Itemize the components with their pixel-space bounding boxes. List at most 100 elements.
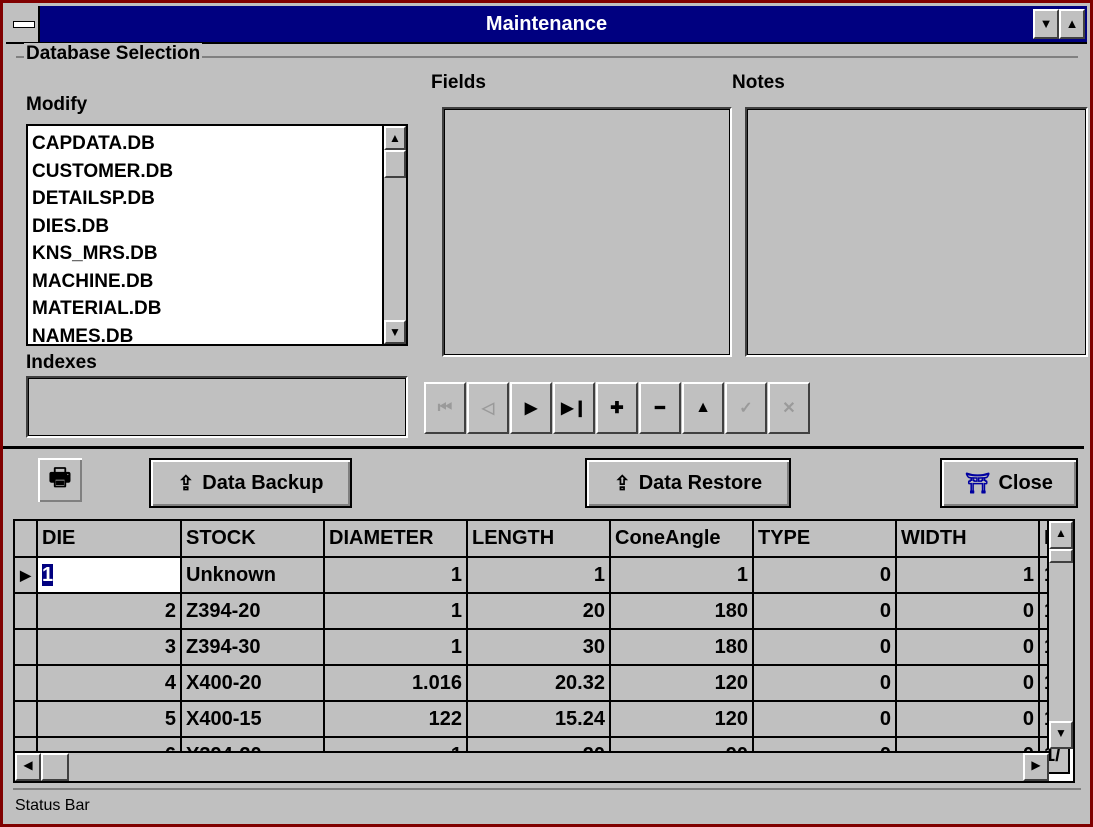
window-title: Maintenance	[485, 13, 608, 35]
grid-cell[interactable]: X400-20	[181, 665, 325, 702]
table-row[interactable]: 4X400-201.01620.32120001/	[15, 665, 1070, 702]
grid-cell[interactable]: 180	[610, 593, 754, 630]
grid-scroll-left-button[interactable]: ◀	[15, 753, 41, 781]
indexes-list[interactable]	[26, 376, 408, 438]
grid-corner-cell	[15, 521, 38, 558]
table-list-item[interactable]: CAPDATA.DB	[32, 130, 173, 158]
grid-cell[interactable]: 4	[37, 665, 182, 702]
grid-column-header[interactable]: STOCK	[181, 521, 325, 558]
grid-header-row: DIE STOCK DIAMETER LENGTH ConeAngle TYPE WIDTH…	[15, 521, 1070, 558]
grid-cell[interactable]: 0	[753, 593, 897, 630]
grid-column-header[interactable]: LENGTH	[467, 521, 611, 558]
grid-scroll-right-button[interactable]: ▶	[1023, 753, 1049, 781]
grid-cell[interactable]: 0	[753, 629, 897, 666]
grid-cell[interactable]: 120	[610, 701, 754, 738]
grid-cell[interactable]: 20.32	[467, 665, 611, 702]
grid-column-header[interactable]: TYPE	[753, 521, 897, 558]
table-row[interactable]: 3Z394-30130180001/	[15, 629, 1070, 666]
grid-cell[interactable]: 1	[37, 557, 182, 594]
nav-edit-button[interactable]: ▲	[682, 382, 724, 434]
nav-post-button[interactable]: ✓	[725, 382, 767, 434]
grid-cell[interactable]: 20	[467, 593, 611, 630]
grid-cell[interactable]: 3	[37, 629, 182, 666]
modify-table-list[interactable]: CAPDATA.DB CUSTOMER.DB DETAILSP.DB DIES.DB K…	[26, 124, 408, 347]
grid-cell[interactable]: 1	[896, 557, 1040, 594]
nav-insert-button[interactable]: ✚	[596, 382, 638, 434]
data-grid[interactable]: DIE STOCK DIAMETER LENGTH ConeAngle TYPE WIDTH…	[13, 519, 1075, 783]
table-list-item[interactable]: DIES.DB	[32, 213, 173, 241]
nav-delete-button[interactable]: ━	[639, 382, 681, 434]
table-list-item[interactable]: NAMES.DB	[32, 323, 173, 351]
grid-vertical-scrollbar[interactable]: ▲ ▼	[1047, 521, 1073, 749]
data-restore-button[interactable]: ⇪ Data Restore	[585, 458, 791, 508]
indexes-label: Indexes	[26, 352, 97, 373]
grid-column-header[interactable]: DIE	[37, 521, 182, 558]
grid-cell[interactable]: 0	[896, 593, 1040, 630]
grid-scroll-up-button[interactable]: ▲	[1049, 521, 1073, 549]
grid-horizontal-scrollbar[interactable]: ◀ ▶	[15, 751, 1049, 781]
scroll-down-button[interactable]: ▼	[384, 320, 406, 344]
selected-cell-text[interactable]: 1	[42, 563, 54, 586]
grid-cell[interactable]: 0	[753, 557, 897, 594]
table-list-item[interactable]: KNS_MRS.DB	[32, 240, 173, 268]
printer-icon: 🖶	[48, 463, 72, 491]
grid-hscroll-thumb[interactable]	[41, 753, 69, 781]
close-label: Close	[998, 471, 1053, 494]
nav-prior-button[interactable]: ◁	[467, 382, 509, 434]
print-button[interactable]: 🖶	[38, 458, 82, 502]
grid-column-header[interactable]: WIDTH	[896, 521, 1040, 558]
current-record-indicator-icon: ▶	[15, 557, 38, 594]
fields-label: Fields	[431, 72, 486, 93]
grid-cell[interactable]: 1	[324, 629, 468, 666]
scroll-thumb[interactable]	[384, 150, 406, 178]
grid-cell[interactable]: 120	[610, 665, 754, 702]
grid-cell[interactable]: 1	[324, 593, 468, 630]
grid-scroll-down-button[interactable]: ▼	[1049, 721, 1073, 749]
grid-cell[interactable]: 1	[467, 557, 611, 594]
grid-cell[interactable]: 0	[896, 629, 1040, 666]
grid-cell[interactable]: 2	[37, 593, 182, 630]
data-backup-label: Data Backup	[202, 471, 324, 494]
grid-cell[interactable]: 1	[324, 557, 468, 594]
table-list-item[interactable]: DETAILSP.DB	[32, 185, 173, 213]
table-row[interactable]: ▶1Unknown111011/	[15, 557, 1070, 594]
grid-cell[interactable]: Unknown	[181, 557, 325, 594]
grid-cell[interactable]: 15.24	[467, 701, 611, 738]
grid-vscroll-thumb[interactable]	[1049, 549, 1073, 563]
grid-cell[interactable]: 1	[610, 557, 754, 594]
title-bar: Maintenance ▼ ▲	[6, 6, 1087, 44]
grid-cell[interactable]: 0	[896, 701, 1040, 738]
table-list-item[interactable]: MACHINE.DB	[32, 268, 173, 296]
row-indicator	[15, 665, 38, 702]
close-button[interactable]: ⛩ Close	[940, 458, 1078, 508]
nav-next-button[interactable]: ▶	[510, 382, 552, 434]
grid-cell[interactable]: 5	[37, 701, 182, 738]
grid-column-header[interactable]: ConeAngle	[610, 521, 754, 558]
nav-cancel-button[interactable]: ✕	[768, 382, 810, 434]
grid-cell[interactable]: Z394-20	[181, 593, 325, 630]
table-list-item[interactable]: MATERIAL.DB	[32, 295, 173, 323]
notes-list[interactable]	[745, 107, 1088, 357]
table-row[interactable]: 2Z394-20120180001/	[15, 593, 1070, 630]
scroll-up-button[interactable]: ▲	[384, 126, 406, 150]
minimize-button[interactable]: ▼	[1033, 9, 1059, 39]
table-row[interactable]: 5X400-1512215.24120001/	[15, 701, 1070, 738]
grid-column-header[interactable]: DIAMETER	[324, 521, 468, 558]
row-indicator	[15, 593, 38, 630]
fields-list[interactable]	[442, 107, 732, 357]
table-list-item[interactable]: CUSTOMER.DB	[32, 158, 173, 186]
grid-cell[interactable]: X400-15	[181, 701, 325, 738]
nav-last-button[interactable]: ▶❙	[553, 382, 595, 434]
grid-cell[interactable]: 0	[896, 665, 1040, 702]
maximize-button[interactable]: ▲	[1059, 9, 1085, 39]
grid-cell[interactable]: Z394-30	[181, 629, 325, 666]
table-list-scrollbar[interactable]: ▲ ▼	[382, 126, 406, 344]
grid-cell[interactable]: 0	[753, 665, 897, 702]
grid-cell[interactable]: 1.016	[324, 665, 468, 702]
grid-cell[interactable]: 0	[753, 701, 897, 738]
grid-cell[interactable]: 122	[324, 701, 468, 738]
nav-first-button[interactable]: ⏮	[424, 382, 466, 434]
grid-cell[interactable]: 180	[610, 629, 754, 666]
grid-cell[interactable]: 30	[467, 629, 611, 666]
data-backup-button[interactable]: ⇪ Data Backup	[149, 458, 352, 508]
